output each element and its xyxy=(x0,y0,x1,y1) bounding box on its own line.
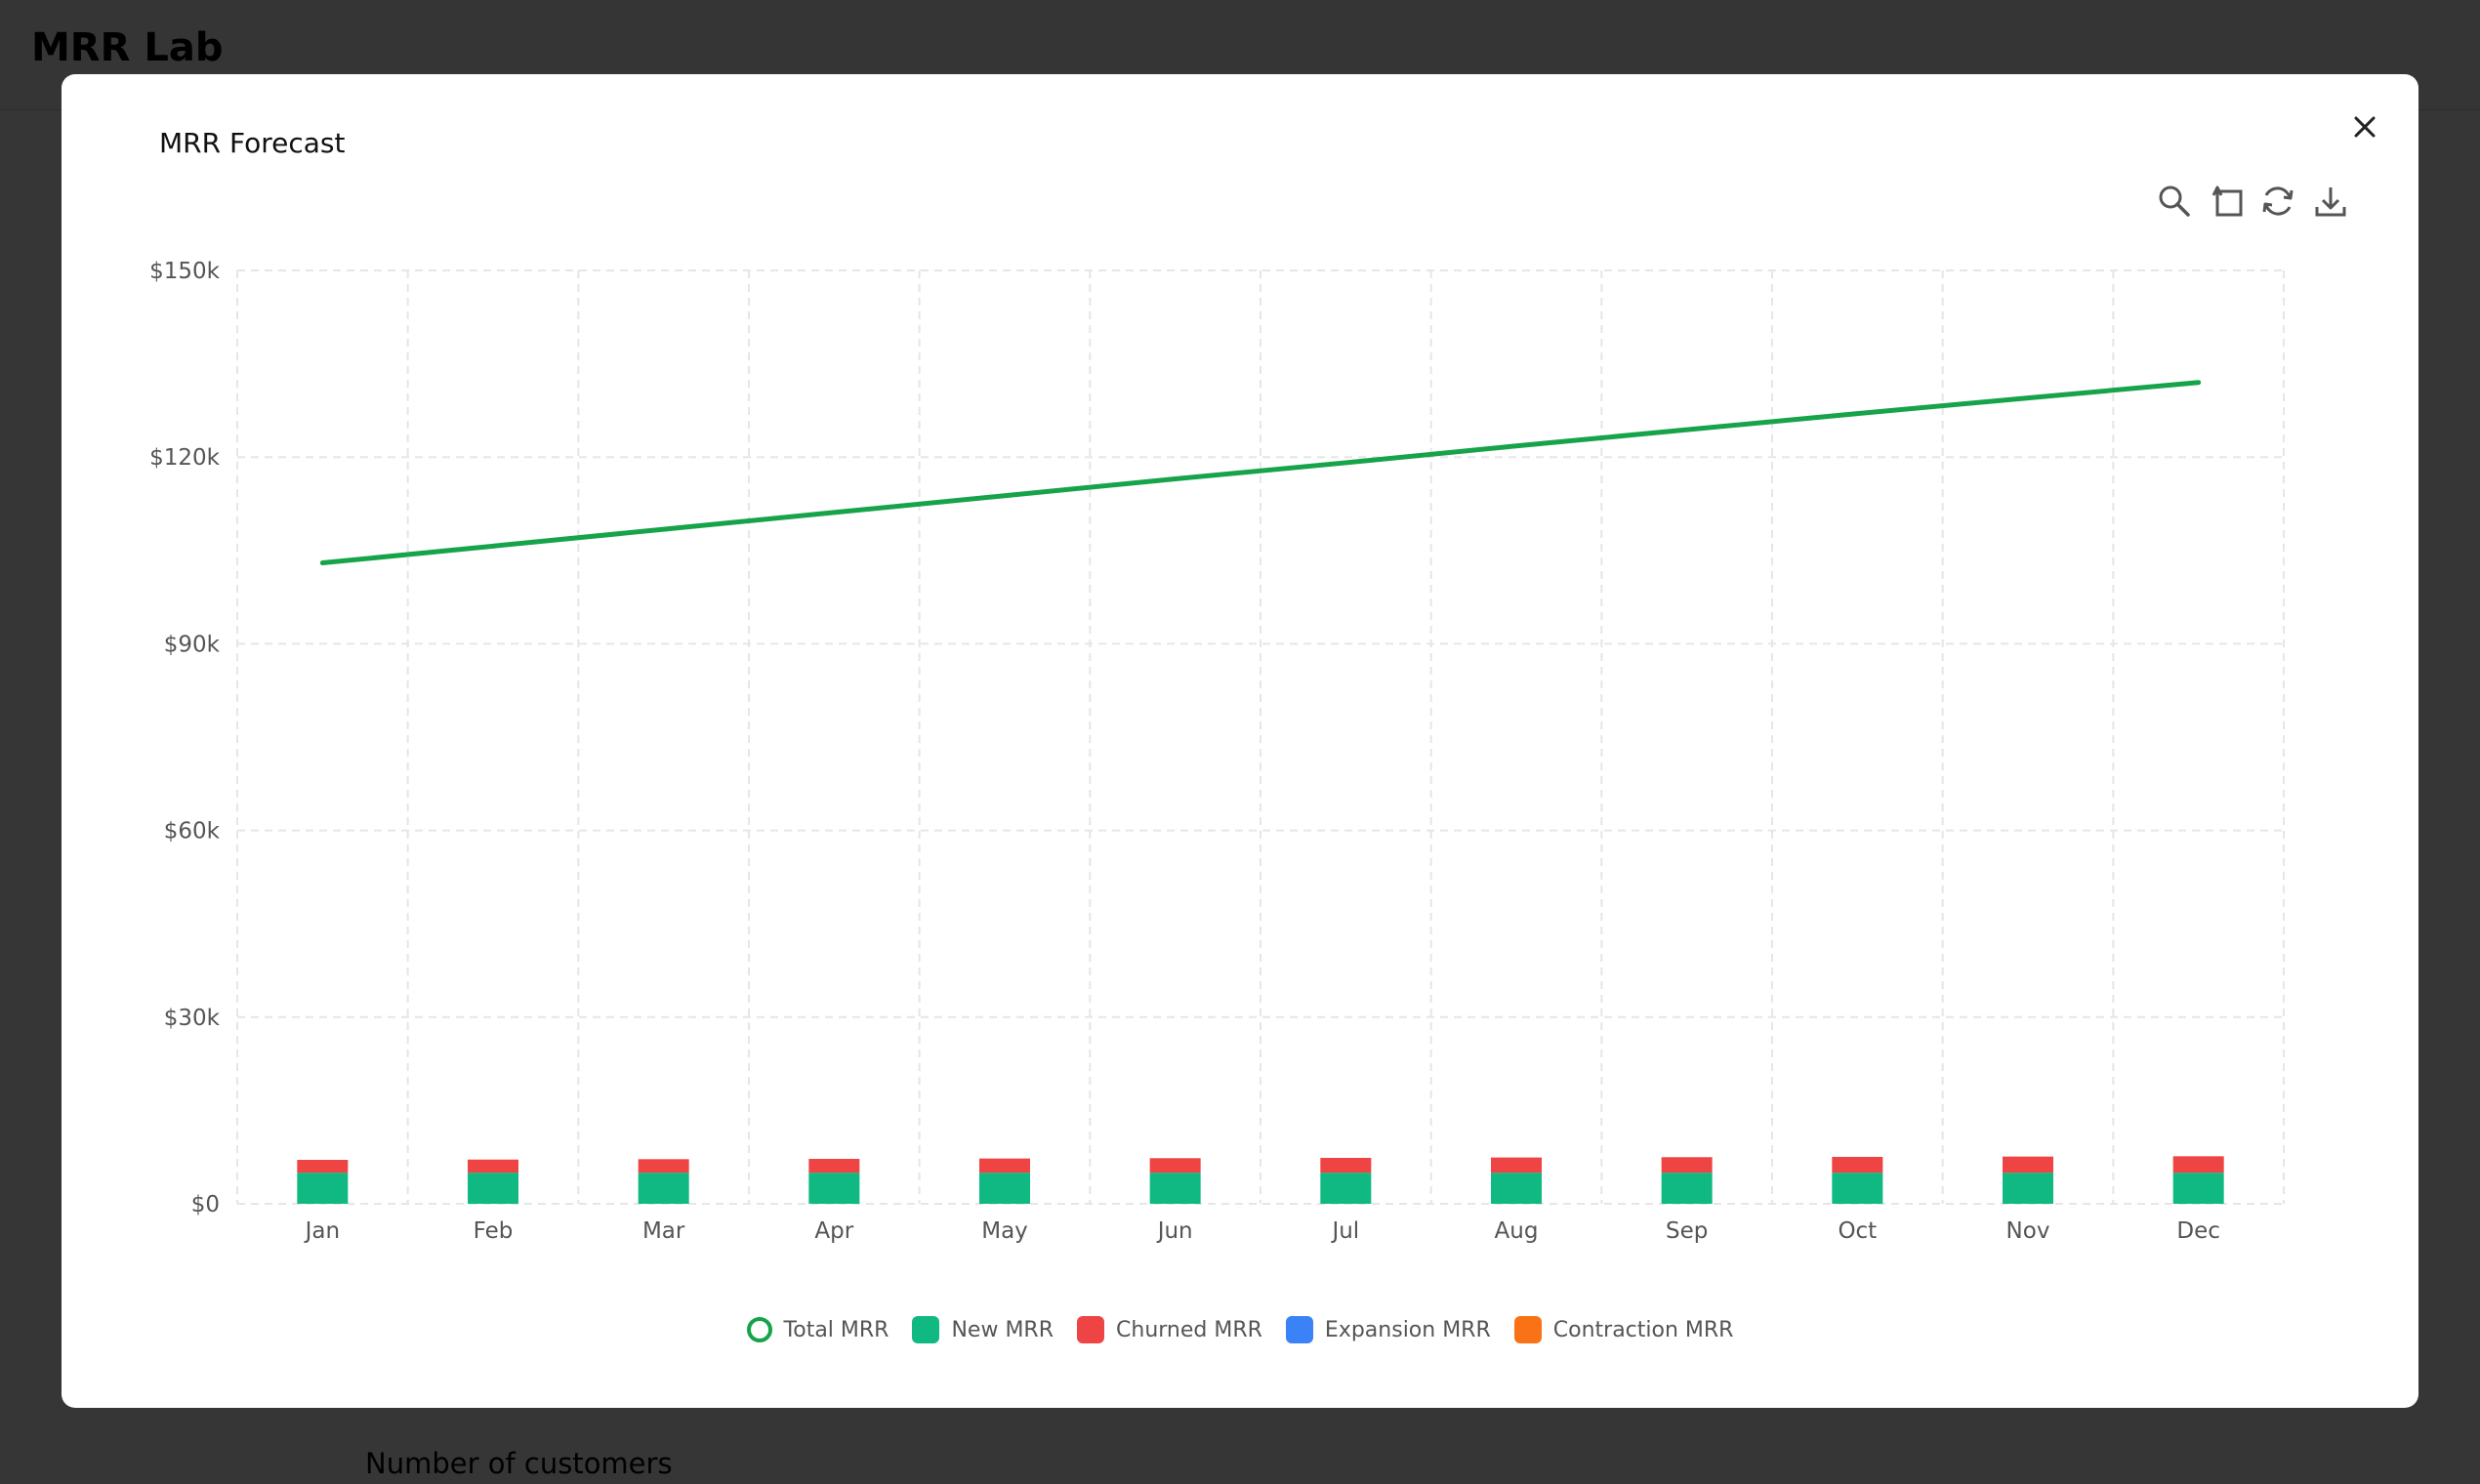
bar-new-mrr xyxy=(638,1173,689,1204)
legend-item-new-mrr[interactable]: New MRR xyxy=(912,1316,1054,1343)
legend-item-contraction-mrr[interactable]: Contraction MRR xyxy=(1513,1316,1734,1343)
y-tick-label: $150k xyxy=(149,259,221,284)
bar-churned-mrr xyxy=(2003,1156,2053,1174)
app-title: MRR Lab xyxy=(31,25,224,70)
bar-churned-mrr xyxy=(979,1158,1030,1174)
bar-new-mrr xyxy=(1320,1173,1372,1204)
bar-churned-mrr xyxy=(808,1158,860,1174)
x-tick-label: Jun xyxy=(1156,1218,1193,1244)
x-tick-label: Dec xyxy=(2176,1218,2220,1244)
y-tick-label: $90k xyxy=(164,632,221,657)
bar-new-mrr xyxy=(1661,1173,1713,1204)
bar-churned-mrr xyxy=(468,1159,518,1174)
legend-swatch xyxy=(1513,1316,1542,1343)
bar-new-mrr xyxy=(979,1173,1030,1204)
legend-swatch xyxy=(912,1316,940,1343)
customers-section-label: Number of customers xyxy=(365,1447,673,1480)
legend-swatch xyxy=(746,1317,772,1342)
bar-churned-mrr xyxy=(1149,1158,1201,1174)
chart-modal: MRR Forecast $0 $30k $60k $90k $120k $15… xyxy=(62,74,2418,1408)
legend-label: Churned MRR xyxy=(1116,1317,1262,1342)
bar-churned-mrr xyxy=(2172,1156,2224,1174)
bar-churned-mrr xyxy=(297,1160,349,1174)
legend-item-expansion-mrr[interactable]: Expansion MRR xyxy=(1285,1316,1491,1343)
legend-label: Expansion MRR xyxy=(1324,1317,1491,1342)
x-tick-label: Jul xyxy=(1330,1218,1359,1244)
legend-label: Total MRR xyxy=(783,1317,889,1342)
bar-new-mrr xyxy=(808,1173,860,1204)
bar-churned-mrr xyxy=(1661,1157,1713,1174)
x-tick-label: Feb xyxy=(474,1218,514,1244)
x-tick-label: May xyxy=(981,1218,1028,1244)
legend-swatch xyxy=(1285,1316,1313,1343)
bar-churned-mrr xyxy=(638,1159,689,1174)
y-tick-label: $120k xyxy=(149,445,221,471)
x-tick-label: Mar xyxy=(642,1218,685,1244)
mrr-chart: $0 $30k $60k $90k $120k $150k Jan Feb Mar Apr May J… xyxy=(149,259,2285,1244)
legend-label: Contraction MRR xyxy=(1552,1317,1734,1342)
legend-item-churned-mrr[interactable]: Churned MRR xyxy=(1077,1316,1262,1343)
y-tick-label: $0 xyxy=(191,1192,220,1217)
x-tick-label: Oct xyxy=(1838,1218,1877,1244)
legend-label: New MRR xyxy=(951,1317,1054,1342)
y-tick-label: $30k xyxy=(164,1006,221,1031)
bar-new-mrr xyxy=(1832,1173,1883,1204)
bar-churned-mrr xyxy=(1832,1156,1883,1174)
bar-churned-mrr xyxy=(1491,1157,1542,1174)
chart-legend: Total MRR New MRR Churned MRR Expansion MRR… xyxy=(62,1308,2418,1351)
bar-new-mrr xyxy=(297,1173,349,1204)
legend-swatch xyxy=(1077,1316,1105,1343)
bar-new-mrr xyxy=(468,1173,518,1204)
bar-new-mrr xyxy=(2003,1173,2053,1204)
x-tick-label: Nov xyxy=(2006,1218,2050,1244)
legend-item-total-mrr[interactable]: Total MRR xyxy=(746,1317,889,1342)
bar-new-mrr xyxy=(1149,1173,1201,1204)
bar-new-mrr xyxy=(2172,1173,2224,1204)
x-tick-label: Sep xyxy=(1666,1218,1708,1244)
x-tick-label: Aug xyxy=(1495,1218,1539,1244)
bar-new-mrr xyxy=(1491,1173,1542,1204)
x-tick-label: Jan xyxy=(304,1218,340,1244)
bar-churned-mrr xyxy=(1320,1157,1372,1174)
x-tick-label: Apr xyxy=(814,1218,853,1244)
y-tick-label: $60k xyxy=(164,819,221,845)
